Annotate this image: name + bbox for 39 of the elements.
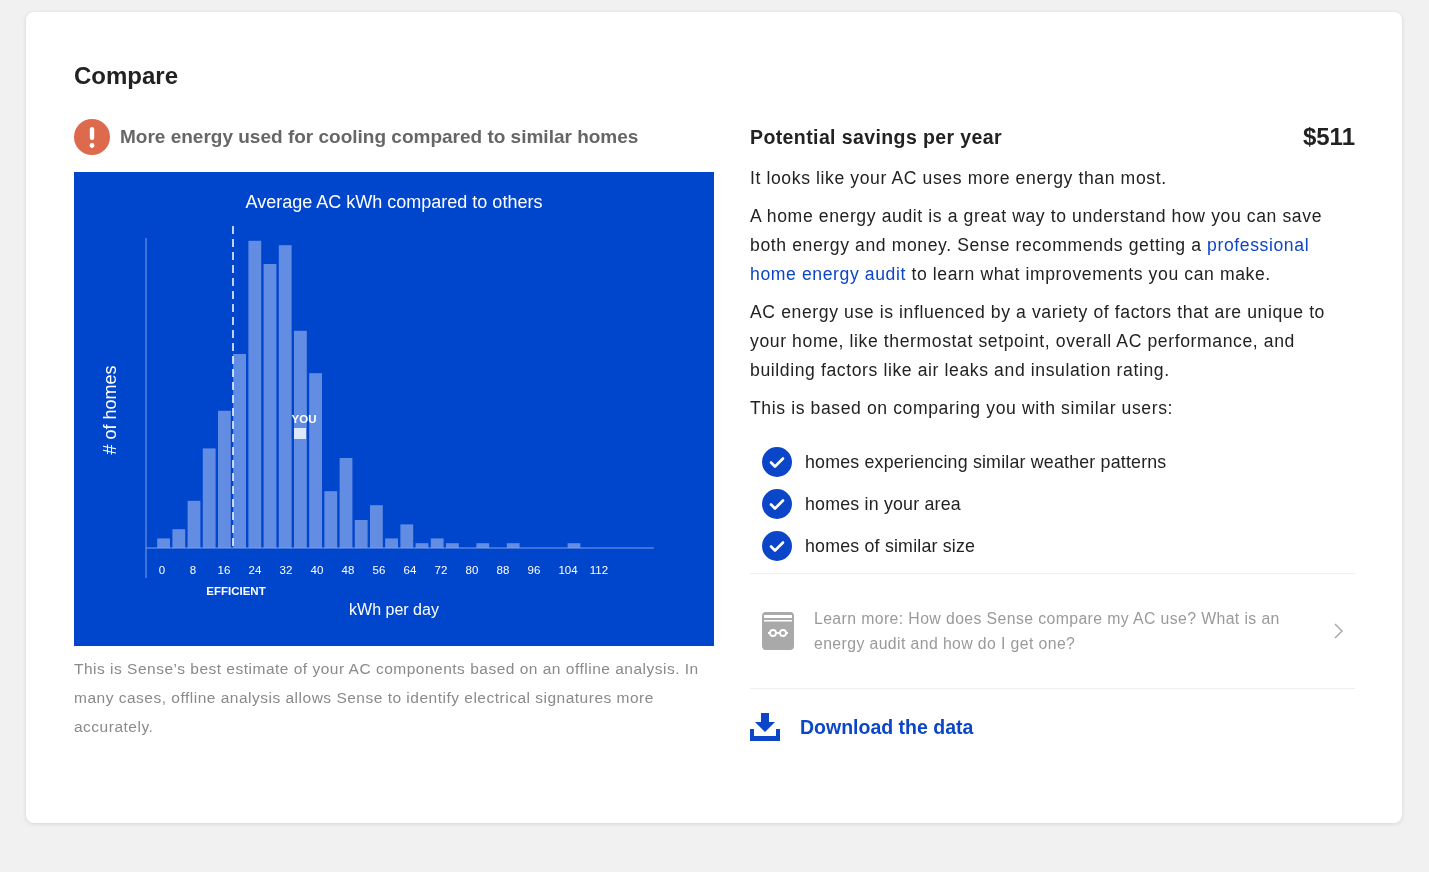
book-icon [762,612,794,650]
x-tick-label: 88 [496,564,510,576]
y-axis-label: # of homes [100,365,120,455]
warning-icon [74,119,110,155]
x-tick-label: 24 [248,564,262,576]
savings-amount: $511 [1302,123,1355,151]
you-marker [294,428,306,439]
chart-caption: This is Sense’s best estimate of your AC components based on an offline analysis. In many cases, offline analysis allows Sense to identify electrical signatures more accurately. [74,659,700,737]
download-icon [750,713,780,741]
x-tick-label: 80 [465,564,479,576]
x-tick-label: 32 [279,564,293,576]
x-tick-label: 72 [434,564,448,576]
x-tick-label: 0 [158,564,166,576]
chevron-right-icon [1333,623,1343,639]
alert-message: More energy used for cooling compared to similar homes [120,126,639,148]
paragraph: AC energy use is influenced by a variety of factors that are unique to your home, like thermostat setpoint, overall AC performance, and building factors like air leaks and insulation rating. [750,301,1326,382]
chart-title: Average AC kWh compared to others [245,192,543,212]
x-tick-label: 8 [189,564,197,576]
x-tick-label: 64 [403,564,417,576]
paragraph: This is based on comparing you with similar users: [750,397,1175,420]
efficient-label: EFFICIENT [206,585,266,597]
paragraph: A home energy audit is a great way to understand how you can save both energy and money. Sense recommends getting a professional home energy audit to learn what improvements you can make. [750,205,1324,286]
download-button[interactable]: Download the data [750,713,974,741]
link[interactable]: home energy audit [750,264,906,284]
x-tick-label: 96 [527,564,541,576]
paragraph: It looks like your AC uses more energy than most. [750,167,1168,190]
x-tick-label: 16 [217,564,231,576]
x-axis-label: kWh per day [349,601,439,618]
x-tick-label: 40 [310,564,324,576]
criterion-text: homes of similar size [805,535,976,557]
criterion-text: homes experiencing similar weather patterns [805,451,1167,473]
x-tick-label: 48 [341,564,355,576]
section-title: Compare [74,62,180,90]
link[interactable]: professional [1207,235,1310,255]
x-tick-label: 56 [372,564,386,576]
x-tick-label: 104 [558,564,578,576]
savings-label: Potential savings per year [750,125,1003,149]
x-tick-label: 112 [589,564,609,576]
criterion-text: homes in your area [805,493,961,515]
